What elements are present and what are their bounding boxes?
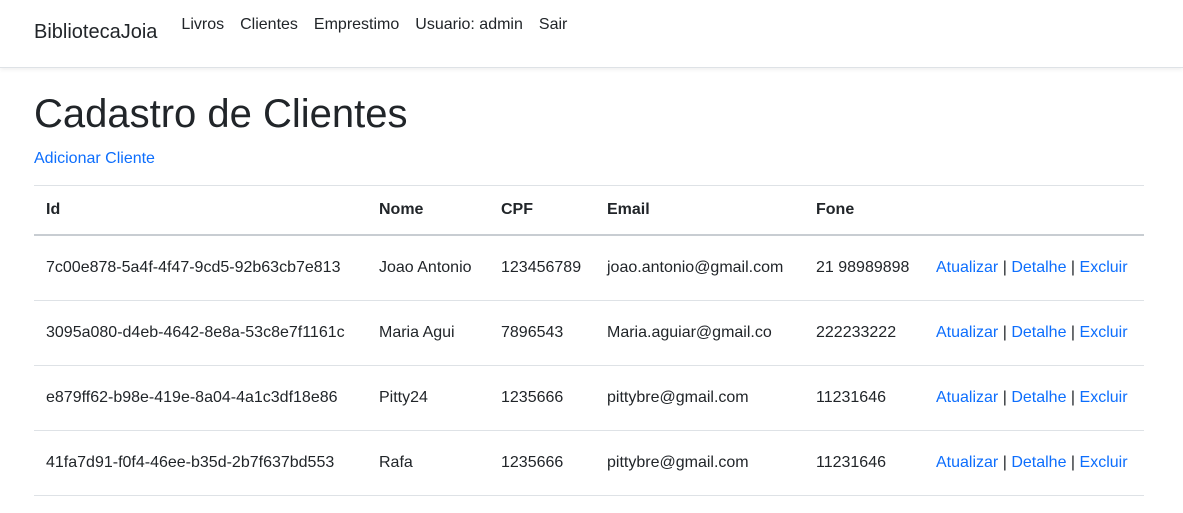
separator: | (1070, 259, 1076, 276)
cell-cpf: 7896543 (501, 324, 564, 341)
separator: | (1070, 454, 1076, 471)
nav-item-emprestimo[interactable]: Emprestimo (306, 15, 407, 35)
column-header-email: Email (607, 201, 650, 218)
separator: | (1070, 389, 1076, 406)
cell-nome: Joao Antonio (379, 259, 472, 276)
separator: | (1002, 259, 1007, 276)
cell-cpf: 1235666 (501, 389, 564, 406)
cell-id: 41fa7d91-f0f4-46ee-b35d-2b7f637bd553 (46, 454, 335, 471)
cell-actions: Atualizar | Detalhe | Excluir (924, 431, 1144, 496)
cell-actions: Atualizar | Detalhe | Excluir (924, 301, 1144, 366)
cell-fone: 21 98989898 (816, 259, 910, 276)
detail-link[interactable]: Detalhe (1011, 454, 1066, 471)
cell-id: 3095a080-d4eb-4642-8e8a-53c8e7f1161c (46, 324, 345, 341)
cell-nome: Maria Agui (379, 324, 455, 341)
cell-nome: Pitty24 (379, 389, 428, 406)
detail-link[interactable]: Detalhe (1011, 324, 1066, 341)
table-row: e879ff62-b98e-419e-8a04-4a1c3df18e86 Pit… (34, 366, 1144, 431)
add-client-link[interactable]: Adicionar Cliente (34, 150, 155, 168)
detail-link[interactable]: Detalhe (1011, 259, 1066, 276)
nav-item-clientes[interactable]: Clientes (232, 15, 306, 35)
table-row: 7c00e878-5a4f-4f47-9cd5-92b63cb7e813 Joa… (34, 235, 1144, 301)
cell-fone: 11231646 (816, 389, 886, 406)
update-link[interactable]: Atualizar (936, 454, 998, 471)
update-link[interactable]: Atualizar (936, 259, 998, 276)
nav-item-usuario[interactable]: Usuario: admin (407, 15, 531, 35)
top-navbar: BibliotecaJoia Livros Clientes Emprestim… (0, 0, 1183, 68)
cell-email: pittybre@gmail.com (607, 389, 749, 406)
update-link[interactable]: Atualizar (936, 324, 998, 341)
column-header-id: Id (46, 201, 61, 218)
delete-link[interactable]: Excluir (1080, 454, 1128, 471)
cell-id: 7c00e878-5a4f-4f47-9cd5-92b63cb7e813 (46, 259, 341, 276)
column-header-actions (924, 186, 1144, 236)
separator: | (1002, 324, 1007, 341)
page-title: Cadastro de Clientes (34, 92, 408, 136)
cell-cpf: 123456789 (501, 259, 582, 276)
cell-fone: 11231646 (816, 454, 886, 471)
detail-link[interactable]: Detalhe (1011, 389, 1066, 406)
cell-actions: Atualizar | Detalhe | Excluir (924, 366, 1144, 431)
cell-email: joao.antonio@gmail.com (607, 259, 784, 276)
separator: | (1070, 324, 1076, 341)
table-row: 3095a080-d4eb-4642-8e8a-53c8e7f1161c Mar… (34, 301, 1144, 366)
separator: | (1002, 454, 1007, 471)
cell-nome: Rafa (379, 454, 413, 471)
brand-link[interactable]: BibliotecaJoia (34, 21, 157, 44)
table-header: Id Nome CPF Email Fone (34, 185, 1144, 236)
cell-actions: Atualizar | Detalhe | Excluir (924, 235, 1144, 301)
cell-email: pittybre@gmail.com (607, 454, 749, 471)
delete-link[interactable]: Excluir (1080, 389, 1128, 406)
cell-id: e879ff62-b98e-419e-8a04-4a1c3df18e86 (46, 389, 338, 406)
table-row: 41fa7d91-f0f4-46ee-b35d-2b7f637bd553 Raf… (34, 431, 1144, 496)
cell-fone: 222233222 (816, 324, 897, 341)
cell-email: Maria.aguiar@gmail.co (607, 324, 772, 341)
clients-table: Id Nome CPF Email Fone 7c00e878-5a4f-4f4… (34, 185, 1144, 496)
cell-cpf: 1235666 (501, 454, 564, 471)
nav-item-sair[interactable]: Sair (531, 15, 575, 35)
update-link[interactable]: Atualizar (936, 389, 998, 406)
delete-link[interactable]: Excluir (1080, 259, 1128, 276)
column-header-cpf: CPF (501, 201, 533, 218)
column-header-nome: Nome (379, 201, 424, 218)
main-content: Cadastro de Clientes Adicionar Cliente I… (0, 90, 1183, 496)
separator: | (1002, 389, 1007, 406)
nav-item-livros[interactable]: Livros (181, 15, 232, 35)
column-header-fone: Fone (816, 201, 855, 218)
nav-menu: Livros Clientes Emprestimo Usuario: admi… (181, 15, 575, 35)
delete-link[interactable]: Excluir (1080, 324, 1128, 341)
